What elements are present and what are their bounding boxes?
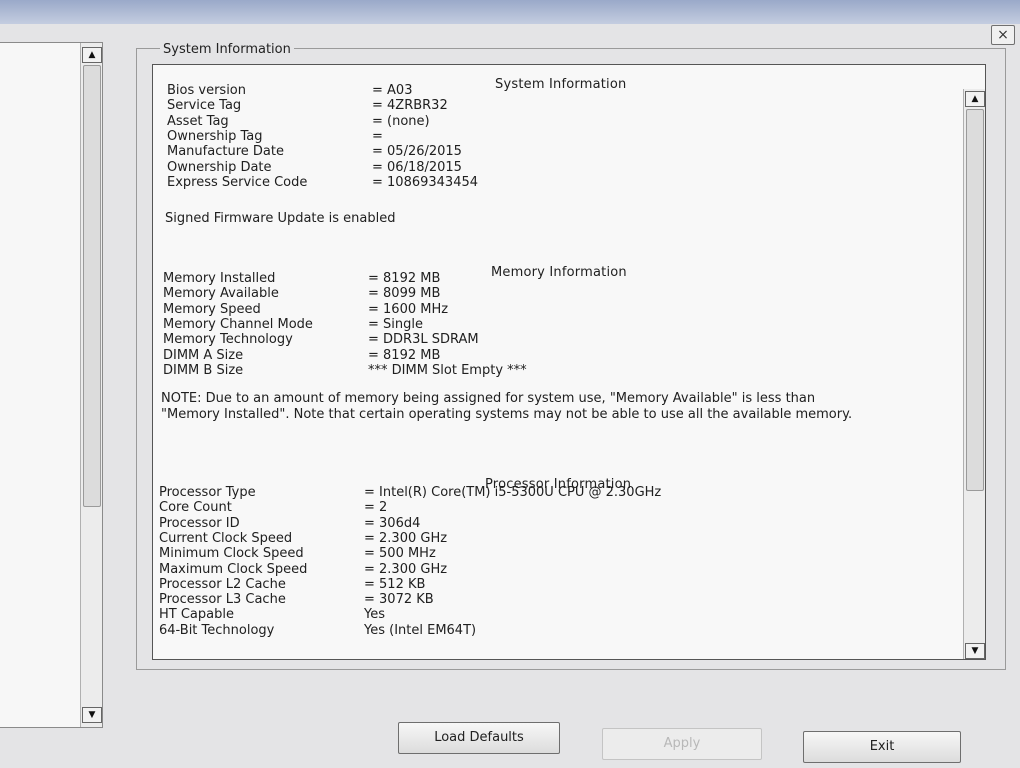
system-info-label: Bios version: [167, 83, 247, 98]
processor-info-label: Processor L3 Cache: [159, 592, 286, 608]
processor-info-row: Processor L3 Cache = 3072 KB: [159, 592, 799, 607]
processor-info-label: 64-Bit Technology: [159, 622, 275, 638]
exit-button[interactable]: Exit: [803, 731, 961, 763]
processor-info-row: Processor Type = Intel(R) Core(TM) i5-530…: [159, 485, 799, 500]
system-info-value: = 4ZRBR32: [372, 98, 448, 114]
memory-info-value: = Single: [368, 316, 423, 332]
processor-info-label: HT Capable: [159, 607, 234, 623]
processor-info-label: Processor ID: [159, 515, 240, 531]
system-info-row: Ownership Date = 06/18/2015: [167, 160, 807, 175]
system-info-value: = 05/26/2015: [372, 144, 462, 160]
processor-info-label: Core Count: [159, 500, 232, 516]
memory-note: NOTE: Due to an amount of memory being a…: [161, 391, 853, 422]
memory-info-row: Memory Speed = 1600 MHz: [163, 302, 803, 317]
processor-info-row: Maximum Clock Speed = 2.300 GHz: [159, 562, 799, 577]
left-pane-scrollbar[interactable]: ▲ ▼: [80, 43, 102, 727]
memory-info-value: = 8192 MB: [368, 347, 441, 363]
system-info-row: Ownership Tag =: [167, 129, 807, 144]
scroll-down-icon[interactable]: ▼: [965, 643, 985, 659]
processor-info-value: = 3072 KB: [364, 592, 434, 608]
processor-info-row: Processor ID = 306d4: [159, 516, 799, 531]
system-info-label: Manufacture Date: [167, 144, 284, 160]
system-info-content: ▲ ▼ System Information Bios version = A03…: [152, 64, 986, 660]
processor-info-row: HT Capable Yes: [159, 607, 799, 622]
memory-info-value: *** DIMM Slot Empty ***: [368, 362, 527, 378]
processor-info-label: Current Clock Speed: [159, 530, 293, 546]
apply-button[interactable]: Apply: [602, 728, 762, 760]
system-info-value: = 10869343454: [372, 174, 479, 190]
memory-info-row: Memory Technology = DDR3L SDRAM: [163, 332, 803, 347]
memory-info-label: Memory Channel Mode: [163, 316, 313, 332]
processor-info-value: Yes: [364, 607, 385, 623]
processor-info-row: 64-Bit Technology Yes (Intel EM64T): [159, 623, 799, 638]
system-info-value: = (none): [372, 113, 430, 129]
memory-info-row: DIMM A Size = 8192 MB: [163, 348, 803, 363]
system-info-label: Asset Tag: [167, 113, 229, 129]
memory-info-label: Memory Available: [163, 286, 279, 302]
processor-info-label: Minimum Clock Speed: [159, 546, 304, 562]
groupbox-legend: System Information: [160, 42, 294, 57]
memory-info-value: = 8192 MB: [368, 271, 441, 286]
processor-info-value: = 500 MHz: [364, 546, 436, 562]
processor-info-row: Processor L2 Cache = 512 KB: [159, 577, 799, 592]
system-info-label: Ownership Tag: [167, 128, 263, 144]
processor-info-value: = 512 KB: [364, 576, 426, 592]
processor-info-value: = Intel(R) Core(TM) i5-5300U CPU @ 2.30G…: [364, 485, 662, 500]
content-scrollbar[interactable]: ▲ ▼: [963, 89, 985, 659]
close-button[interactable]: ×: [991, 25, 1015, 45]
processor-info-label: Processor Type: [159, 485, 256, 500]
memory-info-row: Memory Installed = 8192 MB: [163, 271, 803, 286]
scroll-up-icon[interactable]: ▲: [82, 47, 102, 63]
system-info-label: Service Tag: [167, 98, 242, 114]
scroll-down-icon[interactable]: ▼: [82, 707, 102, 723]
window-title-bar: [0, 0, 1020, 24]
processor-info-row: Core Count = 2: [159, 500, 799, 515]
processor-info-value: = 2: [364, 500, 388, 516]
memory-info-value: = 8099 MB: [368, 286, 441, 302]
system-info-row: Express Service Code = 10869343454: [167, 175, 807, 190]
firmware-note: Signed Firmware Update is enabled: [165, 211, 396, 226]
system-info-value: = 06/18/2015: [372, 159, 462, 175]
memory-info-row: Memory Available = 8099 MB: [163, 286, 803, 301]
memory-info-label: Memory Technology: [163, 332, 293, 348]
memory-info-value: = 1600 MHz: [368, 301, 449, 317]
system-info-value: = A03: [372, 83, 413, 98]
processor-info-value: = 2.300 GHz: [364, 561, 448, 577]
processor-info-value: = 2.300 GHz: [364, 530, 448, 546]
memory-info-row: Memory Channel Mode = Single: [163, 317, 803, 332]
memory-info-label: Memory Installed: [163, 271, 276, 286]
settings-tree-pane[interactable]: ▲ ▼: [0, 42, 103, 728]
system-info-label: Express Service Code: [167, 174, 308, 190]
memory-info-label: DIMM B Size: [163, 362, 244, 378]
memory-info-label: Memory Speed: [163, 301, 261, 317]
system-info-row: Asset Tag = (none): [167, 114, 807, 129]
system-info-row: Service Tag = 4ZRBR32: [167, 98, 807, 113]
load-defaults-button[interactable]: Load Defaults: [398, 722, 560, 754]
system-info-row: Manufacture Date = 05/26/2015: [167, 144, 807, 159]
processor-info-label: Processor L2 Cache: [159, 576, 286, 592]
processor-info-value: = 306d4: [364, 515, 421, 531]
system-info-row: Bios version = A03: [167, 83, 807, 98]
memory-info-value: = DDR3L SDRAM: [368, 332, 479, 348]
processor-info-label: Maximum Clock Speed: [159, 561, 308, 577]
memory-info-label: DIMM A Size: [163, 347, 244, 363]
processor-info-row: Minimum Clock Speed = 500 MHz: [159, 546, 799, 561]
system-info-value: =: [372, 128, 383, 144]
content-scroll-thumb[interactable]: [966, 109, 984, 491]
left-pane-scroll-thumb[interactable]: [83, 65, 101, 507]
memory-info-row: DIMM B Size *** DIMM Slot Empty ***: [163, 363, 803, 378]
system-info-label: Ownership Date: [167, 159, 272, 175]
processor-info-value: Yes (Intel EM64T): [364, 622, 477, 638]
scroll-up-icon[interactable]: ▲: [965, 91, 985, 107]
processor-info-row: Current Clock Speed = 2.300 GHz: [159, 531, 799, 546]
